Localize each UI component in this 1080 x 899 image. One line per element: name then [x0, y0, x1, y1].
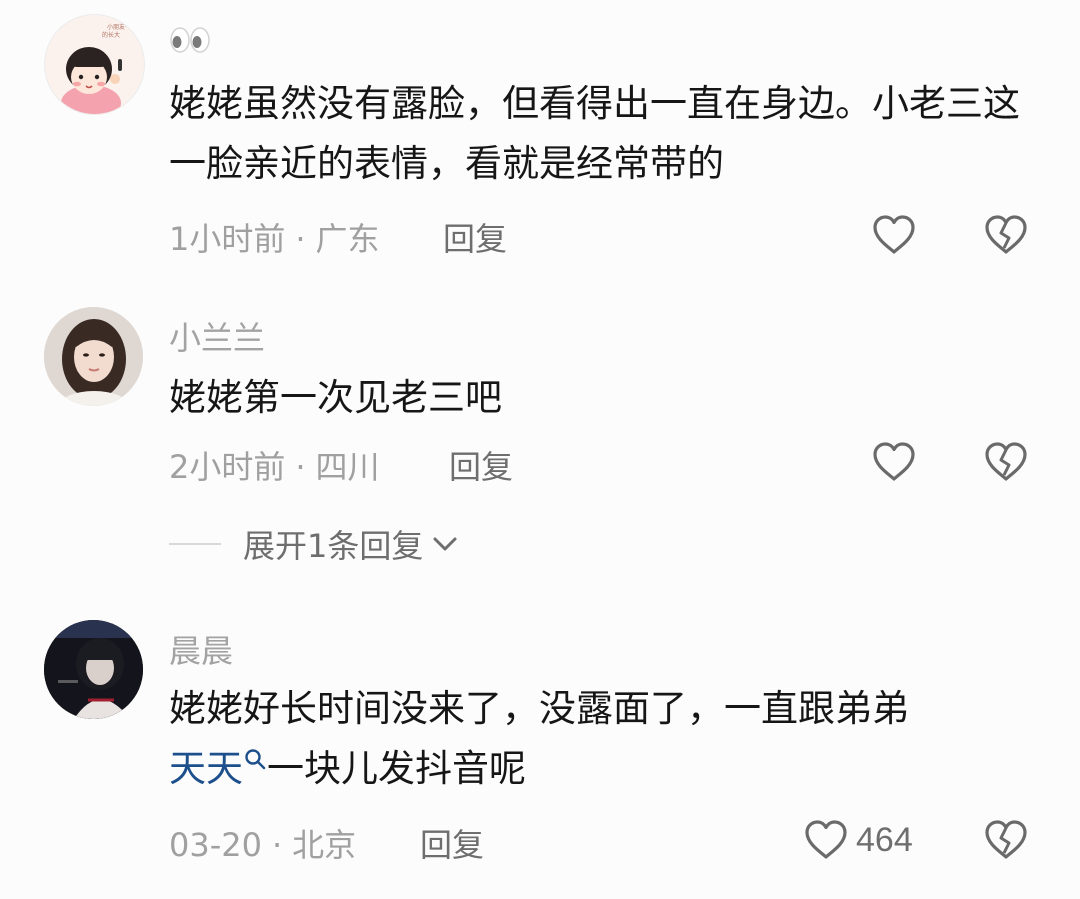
dislike-button[interactable] [984, 214, 1028, 260]
avatar[interactable]: 小朋友一天天 的长大 [44, 14, 145, 115]
heart-outline-icon [873, 215, 915, 254]
reply-button[interactable]: 回复 [443, 214, 507, 260]
broken-heart-icon [985, 215, 1027, 254]
chevron-down-icon [433, 537, 457, 551]
meta-separator: · [295, 220, 306, 258]
svg-text:的长大: 的长大 [102, 31, 120, 39]
comment-meta: 03-20 · 北京 [169, 820, 356, 866]
dislike-button[interactable] [984, 441, 1028, 487]
avatar-caption: 小朋友一天天 [107, 23, 143, 31]
expand-replies-button[interactable]: 展开1条回复 [169, 522, 461, 566]
comment-text-part: 姥姥好长时间没来了，没露面了，一直跟弟弟 [169, 687, 909, 730]
comment-text-part: 一块儿发抖音呢 [267, 747, 526, 790]
comment-text: 姥姥虽然没有露脸，但看得出一直在身边。小老三这一脸亲近的表情，看就是经常带的 [169, 82, 1020, 185]
divider-line [169, 543, 221, 545]
comment-location: 四川 [315, 448, 380, 486]
meta-separator: · [295, 448, 306, 486]
search-icon [245, 749, 266, 770]
avatar-illustration: 小朋友一天天 的长大 [61, 23, 143, 114]
heart-outline-icon [873, 442, 915, 481]
expand-replies-label: 展开1条回复 [243, 527, 424, 565]
comment-location: 北京 [292, 826, 357, 864]
username[interactable]: 小兰兰 [169, 313, 265, 359]
comment-meta: 1小时前 · 广东 [169, 214, 380, 260]
comment-time: 03-20 [169, 826, 262, 864]
like-button[interactable] [804, 819, 848, 865]
comment-time: 1小时前 [169, 220, 286, 258]
avatar-photo [44, 307, 143, 406]
comment-text: 姥姥第一次见老三吧 [169, 376, 502, 419]
reply-button[interactable]: 回复 [449, 442, 513, 488]
like-button[interactable] [872, 214, 916, 260]
like-button[interactable] [872, 441, 916, 487]
search-link[interactable]: 天天 [169, 747, 267, 790]
like-count: 464 [856, 821, 913, 859]
broken-heart-icon [985, 820, 1027, 859]
broken-heart-icon [985, 442, 1027, 481]
username[interactable]: 晨晨 [169, 626, 233, 672]
comment-meta: 2小时前 · 四川 [169, 442, 380, 488]
eyes-emoji-icon [169, 26, 211, 58]
search-link-label: 天天 [169, 747, 243, 790]
comment-location: 广东 [315, 220, 380, 258]
avatar-photo [44, 620, 143, 719]
comment-time: 2小时前 [169, 448, 286, 486]
avatar[interactable] [44, 620, 143, 719]
avatar[interactable] [44, 307, 143, 406]
meta-separator: · [271, 826, 283, 864]
reply-button[interactable]: 回复 [420, 820, 484, 866]
heart-outline-icon [805, 820, 847, 859]
comment-text: 姥姥好长时间没来了，没露面了，一直跟弟弟 天天 一块儿发抖音呢 [169, 679, 1049, 799]
dislike-button[interactable] [984, 819, 1028, 865]
